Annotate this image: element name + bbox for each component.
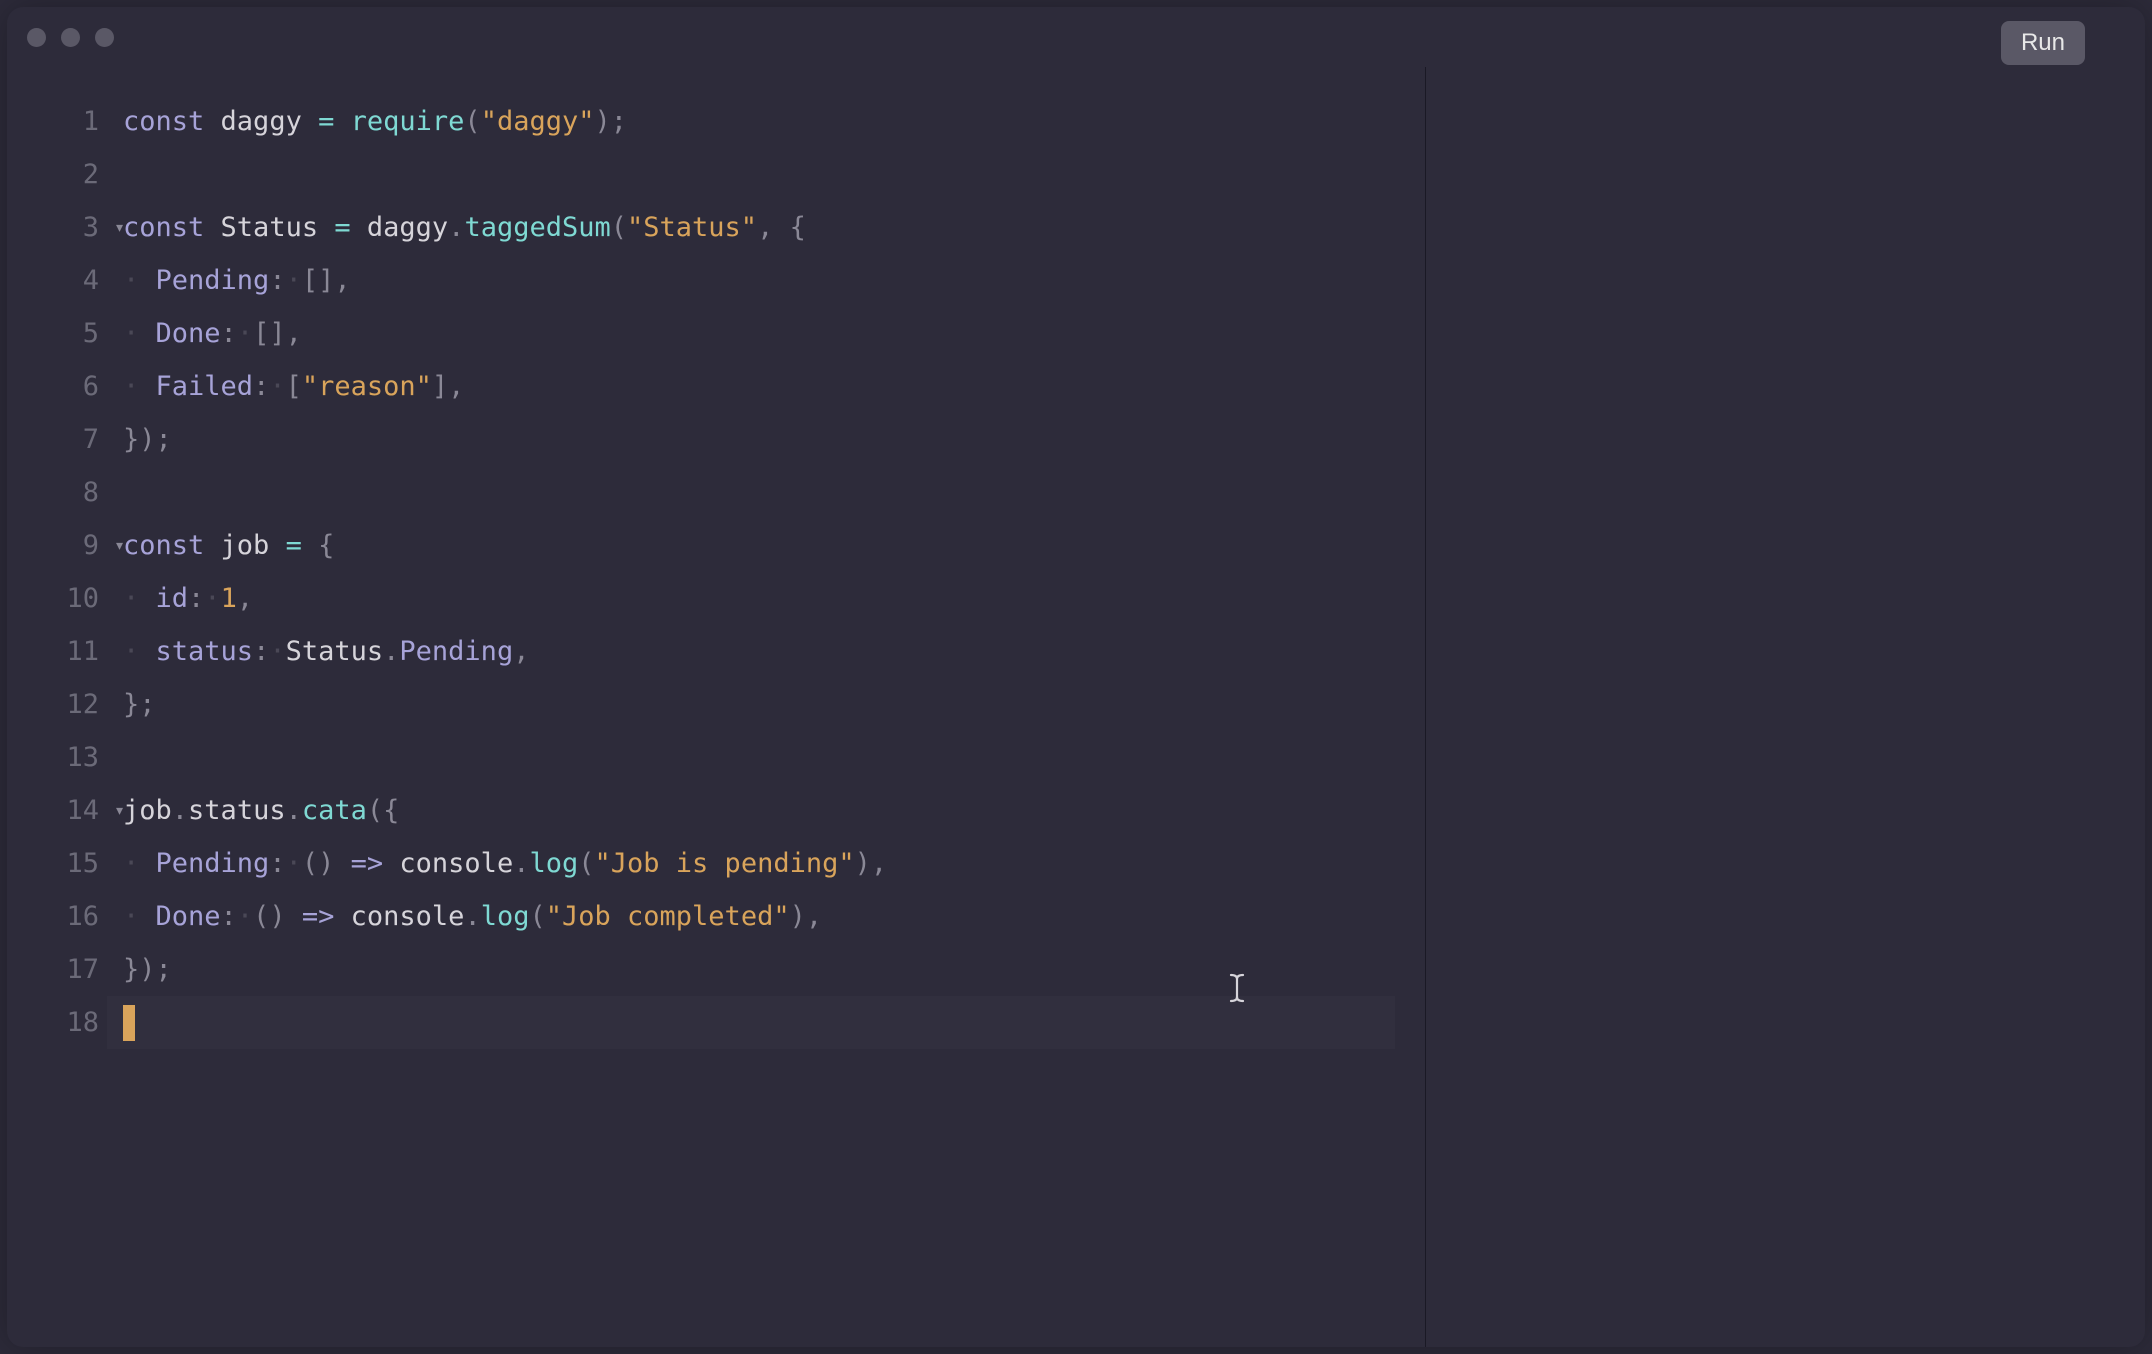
gutter-row[interactable]: 17	[7, 943, 107, 996]
editor-container: 1 2 3▾ 4 5 6 7 8 9▾ 10 11 12 13 14▾ 15 1…	[7, 67, 2145, 1347]
titlebar: Run	[7, 7, 2145, 67]
code-line-active[interactable]	[107, 996, 1395, 1049]
code-line[interactable]: · Pending:·[],	[123, 254, 1425, 307]
line-number: 5	[83, 318, 99, 349]
maximize-window-button[interactable]	[95, 28, 114, 47]
line-number: 17	[66, 954, 99, 985]
line-number: 6	[83, 371, 99, 402]
code-line[interactable]: const daggy = require("daggy");	[123, 95, 1425, 148]
gutter-row[interactable]: 18	[7, 996, 107, 1049]
line-number: 18	[66, 1007, 99, 1038]
code-line[interactable]: · Pending:·() => console.log("Job is pen…	[123, 837, 1425, 890]
gutter-row[interactable]: 14▾	[7, 784, 107, 837]
gutter-row[interactable]: 2	[7, 148, 107, 201]
code-line[interactable]	[123, 148, 1425, 201]
code-line[interactable]: · status:·Status.Pending,	[123, 625, 1425, 678]
line-number: 7	[83, 424, 99, 455]
run-button[interactable]: Run	[2001, 21, 2085, 65]
code-line[interactable]: };	[123, 678, 1425, 731]
gutter-row[interactable]: 8	[7, 466, 107, 519]
gutter-row[interactable]: 10	[7, 572, 107, 625]
output-pane	[1425, 67, 2145, 1347]
close-window-button[interactable]	[27, 28, 46, 47]
gutter-row[interactable]: 9▾	[7, 519, 107, 572]
line-number: 16	[66, 901, 99, 932]
line-number: 3	[83, 212, 99, 243]
code-line[interactable]: });	[123, 413, 1425, 466]
code-line[interactable]	[123, 731, 1425, 784]
line-number: 12	[66, 689, 99, 720]
code-line[interactable]: const job = {	[123, 519, 1425, 572]
gutter-row[interactable]: 7	[7, 413, 107, 466]
gutter-row[interactable]: 15	[7, 837, 107, 890]
code-line[interactable]	[123, 466, 1425, 519]
code-line[interactable]: · id:·1,	[123, 572, 1425, 625]
gutter-row[interactable]: 3▾	[7, 201, 107, 254]
line-number: 10	[66, 583, 99, 614]
line-number: 1	[83, 106, 99, 137]
editor-pane: 1 2 3▾ 4 5 6 7 8 9▾ 10 11 12 13 14▾ 15 1…	[7, 67, 1425, 1347]
line-number: 11	[66, 636, 99, 667]
gutter-row[interactable]: 6	[7, 360, 107, 413]
line-number: 8	[83, 477, 99, 508]
code-line[interactable]: · Done:·() => console.log("Job completed…	[123, 890, 1425, 943]
line-number: 15	[66, 848, 99, 879]
line-number: 4	[83, 265, 99, 296]
gutter-row[interactable]: 13	[7, 731, 107, 784]
gutter-row[interactable]: 1	[7, 95, 107, 148]
gutter-row[interactable]: 12	[7, 678, 107, 731]
gutter-row[interactable]: 11	[7, 625, 107, 678]
window-controls	[27, 28, 114, 47]
minimize-window-button[interactable]	[61, 28, 80, 47]
code-line[interactable]: · Done:·[],	[123, 307, 1425, 360]
line-number: 9	[83, 530, 99, 561]
gutter-row[interactable]: 5	[7, 307, 107, 360]
line-number: 13	[66, 742, 99, 773]
code-line[interactable]: });	[123, 943, 1425, 996]
line-number: 2	[83, 159, 99, 190]
code-line[interactable]: job.status.cata({	[123, 784, 1425, 837]
code-area[interactable]: const daggy = require("daggy"); const St…	[107, 67, 1425, 1347]
code-line[interactable]: const Status = daggy.taggedSum("Status",…	[123, 201, 1425, 254]
gutter-row[interactable]: 4	[7, 254, 107, 307]
code-line[interactable]: · Failed:·["reason"],	[123, 360, 1425, 413]
gutter: 1 2 3▾ 4 5 6 7 8 9▾ 10 11 12 13 14▾ 15 1…	[7, 67, 107, 1347]
gutter-row[interactable]: 16	[7, 890, 107, 943]
text-cursor	[123, 1005, 135, 1041]
editor-window: Run 1 2 3▾ 4 5 6 7 8 9▾ 10 11 12 13 14▾ …	[7, 7, 2145, 1347]
line-number: 14	[66, 795, 99, 826]
